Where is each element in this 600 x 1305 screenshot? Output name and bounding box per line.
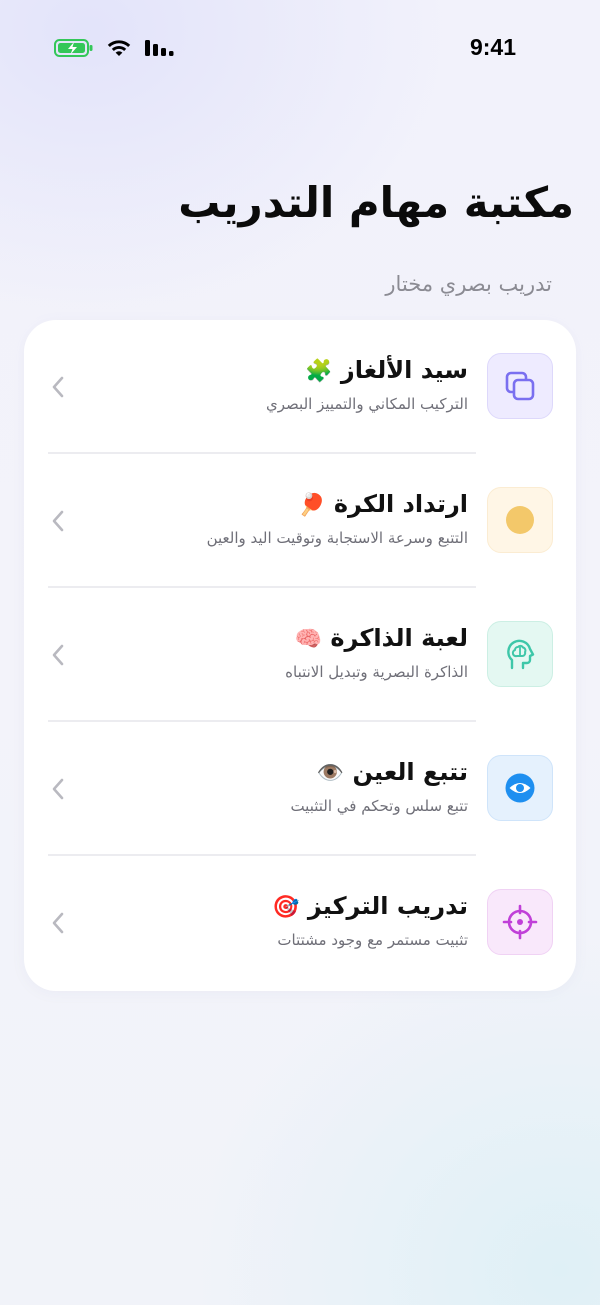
task-text: لعبة الذاكرة 🧠 الذاكرة البصرية وتبديل ال…	[285, 622, 468, 682]
task-list-card: سيد الألغاز 🧩 التركيب المكاني والتمييز ا…	[24, 320, 576, 991]
task-description: الذاكرة البصرية وتبديل الانتباه	[285, 663, 468, 681]
status-bar: 9:41	[0, 0, 600, 96]
brain-head-icon	[487, 621, 553, 687]
ping-pong-emoji-icon: 🏓	[298, 493, 326, 518]
chevron-left-icon	[52, 376, 64, 398]
task-title: لعبة الذاكرة 🧠	[285, 622, 468, 656]
task-text: تدريب التركيز 🎯 تثبيت مستمر مع وجود مشتت…	[264, 890, 468, 950]
task-title: تتبع العين 👁️	[290, 756, 468, 790]
ball-icon	[487, 487, 553, 553]
chevron-left-icon	[52, 912, 64, 934]
task-title-label: ارتداد الكرة	[333, 490, 468, 518]
brain-emoji-icon: 🧠	[294, 627, 322, 652]
page-title: مكتبة مهام التدريب	[178, 178, 574, 227]
task-description: التركيب المكاني والتمييز البصري	[266, 395, 468, 413]
puzzle-emoji-icon: 🧩	[305, 359, 333, 384]
task-description: تتبع سلس وتحكم في التثبيت	[290, 797, 468, 815]
task-text: ارتداد الكرة 🏓 التتبع وسرعة الاستجابة وت…	[207, 488, 468, 548]
task-text: سيد الألغاز 🧩 التركيب المكاني والتمييز ا…	[266, 354, 468, 414]
wifi-icon	[107, 40, 131, 56]
eye-emoji-icon: 👁️	[316, 761, 345, 786]
task-title: ارتداد الكرة 🏓	[207, 488, 468, 522]
task-row-eye-tracking[interactable]: تتبع العين 👁️ تتبع سلس وتحكم في التثبيت	[24, 722, 576, 856]
task-title-label: لعبة الذاكرة	[330, 624, 468, 652]
task-title-label: تدريب التركيز	[307, 892, 468, 920]
status-time: 9:41	[469, 34, 516, 60]
task-title-label: سيد الألغاز	[340, 356, 468, 384]
status-icons	[54, 38, 174, 58]
task-text: تتبع العين 👁️ تتبع سلس وتحكم في التثبيت	[290, 756, 468, 816]
target-emoji-icon: 🎯	[272, 895, 300, 920]
task-row-puzzle-master[interactable]: سيد الألغاز 🧩 التركيب المكاني والتمييز ا…	[24, 320, 576, 454]
section-subtitle: تدريب بصري مختار	[385, 272, 552, 296]
task-row-memory-game[interactable]: لعبة الذاكرة 🧠 الذاكرة البصرية وتبديل ال…	[24, 588, 576, 722]
task-description: تثبيت مستمر مع وجود مشتتات	[277, 931, 468, 949]
task-title: سيد الألغاز 🧩	[266, 354, 468, 388]
copy-squares-icon	[487, 353, 553, 419]
cellular-signal-icon	[145, 40, 174, 56]
task-row-focus-training[interactable]: تدريب التركيز 🎯 تثبيت مستمر مع وجود مشتت…	[24, 856, 576, 990]
task-title-label: تتبع العين	[352, 758, 468, 786]
chevron-left-icon	[52, 778, 64, 800]
crosshair-icon	[487, 889, 553, 955]
eye-icon	[487, 755, 553, 821]
chevron-left-icon	[52, 644, 64, 666]
chevron-left-icon	[52, 510, 64, 532]
task-row-ball-bounce[interactable]: ارتداد الكرة 🏓 التتبع وسرعة الاستجابة وت…	[24, 454, 576, 588]
task-title: تدريب التركيز 🎯	[264, 890, 468, 924]
battery-charging-icon	[54, 39, 93, 57]
task-description: التتبع وسرعة الاستجابة وتوقيت اليد والعي…	[206, 529, 468, 547]
